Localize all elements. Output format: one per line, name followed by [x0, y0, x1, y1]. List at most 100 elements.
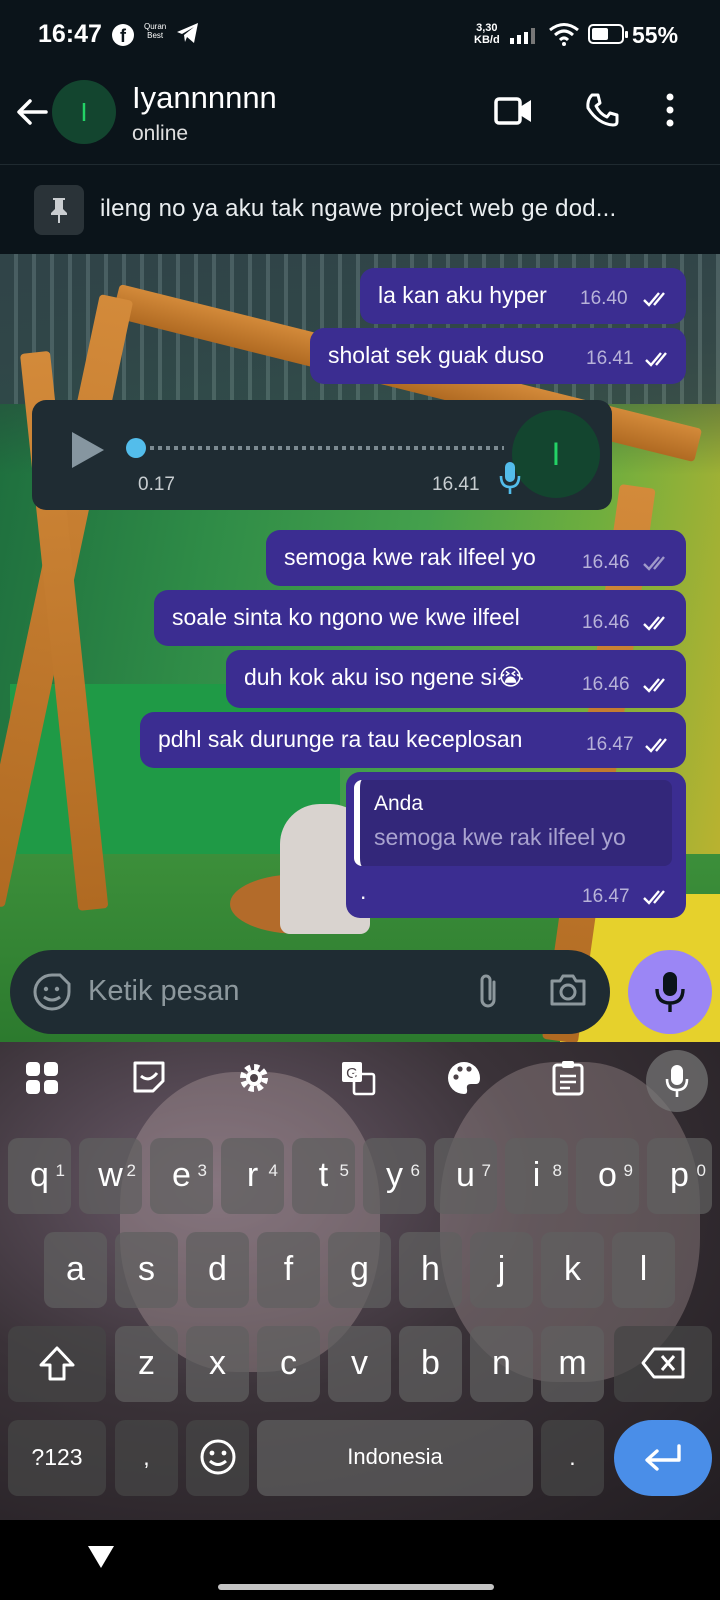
phone-call-icon[interactable]	[584, 92, 620, 128]
system-navigation-bar	[0, 1520, 720, 1600]
voice-record-button[interactable]	[628, 950, 712, 1034]
period-key[interactable]: .	[541, 1420, 604, 1496]
message-text: sholat sek guak duso	[328, 342, 545, 368]
key-j[interactable]: j	[470, 1232, 533, 1308]
message-time: 16.46	[582, 552, 630, 573]
microphone-icon	[655, 972, 685, 1012]
key-n[interactable]: n	[470, 1326, 533, 1402]
key-a[interactable]: a	[44, 1232, 107, 1308]
message-text: semoga kwe rak ilfeel yo	[284, 544, 536, 570]
key-q[interactable]: q1	[8, 1138, 71, 1214]
quoted-text: semoga kwe rak ilfeel yo	[374, 824, 626, 850]
audio-waveform[interactable]	[150, 446, 504, 450]
key-k[interactable]: k	[541, 1232, 604, 1308]
voice-duration: 0.17	[138, 474, 175, 495]
backspace-key[interactable]	[614, 1326, 712, 1402]
read-receipt-icon	[643, 616, 665, 631]
key-c[interactable]: c	[257, 1326, 320, 1402]
theme-palette-icon[interactable]	[446, 1060, 482, 1096]
delivered-receipt-icon	[643, 556, 665, 571]
more-options-icon[interactable]	[664, 92, 676, 128]
message-time: 16.41	[432, 474, 480, 495]
symbols-key[interactable]: ?123	[8, 1420, 106, 1496]
play-icon[interactable]	[70, 430, 106, 470]
message-time: 16.41	[586, 348, 634, 369]
enter-arrow-icon	[645, 1444, 681, 1471]
home-gesture-bar[interactable]	[218, 1584, 494, 1590]
voice-message[interactable]: 0.17 16.41 I	[32, 400, 612, 510]
message-bubble[interactable]: soale sinta ko ngono we kwe ilfeel 16.46	[154, 590, 686, 646]
read-receipt-icon	[645, 352, 667, 367]
microphone-icon	[499, 462, 521, 494]
playback-scrubber[interactable]	[126, 438, 146, 458]
message-bubble[interactable]: la kan aku hyper 16.40	[360, 268, 686, 324]
key-x[interactable]: x	[186, 1326, 249, 1402]
sticker-icon[interactable]	[132, 1060, 166, 1094]
message-bubble[interactable]: duh kok aku iso ngene si😭 16.46	[226, 650, 686, 708]
signal-icon	[510, 28, 535, 44]
emoji-key[interactable]	[186, 1420, 249, 1496]
contact-name[interactable]: Iyannnnnn	[132, 80, 277, 116]
message-bubble[interactable]: semoga kwe rak ilfeel yo 16.46	[266, 530, 686, 586]
key-f[interactable]: f	[257, 1232, 320, 1308]
key-b[interactable]: b	[399, 1326, 462, 1402]
message-input[interactable]	[88, 968, 448, 1014]
hide-keyboard-icon[interactable]	[86, 1544, 116, 1570]
key-y[interactable]: y6	[363, 1138, 426, 1214]
status-time: 16:47	[38, 20, 102, 48]
key-s[interactable]: s	[115, 1232, 178, 1308]
key-i[interactable]: i8	[505, 1138, 568, 1214]
key-m[interactable]: m	[541, 1326, 604, 1402]
avatar[interactable]: I	[52, 80, 116, 144]
reply-message-bubble[interactable]: Anda semoga kwe rak ilfeel yo . 16.47	[346, 772, 686, 918]
battery-level: 55%	[632, 22, 679, 48]
camera-icon[interactable]	[548, 972, 588, 1008]
back-arrow-icon[interactable]	[12, 92, 52, 132]
key-l[interactable]: l	[612, 1232, 675, 1308]
attach-icon[interactable]	[474, 972, 502, 1012]
key-r[interactable]: r4	[221, 1138, 284, 1214]
message-text: .	[360, 878, 367, 904]
video-call-icon[interactable]	[494, 94, 534, 128]
apps-grid-icon[interactable]	[24, 1060, 60, 1096]
quran-app-icon: Quran Best	[144, 22, 167, 40]
read-receipt-icon	[643, 678, 665, 693]
key-d[interactable]: d	[186, 1232, 249, 1308]
message-composer	[10, 950, 610, 1034]
message-time: 16.46	[582, 612, 630, 633]
message-text: pdhl sak durunge ra tau keceplosan	[158, 726, 523, 752]
translate-icon[interactable]: G	[340, 1060, 376, 1096]
sticker-emoji-icon[interactable]	[32, 972, 72, 1012]
message-bubble[interactable]: sholat sek guak duso 16.41	[310, 328, 686, 384]
quoted-message[interactable]: Anda semoga kwe rak ilfeel yo	[354, 780, 672, 866]
crying-emoji: 😭	[497, 664, 525, 690]
contact-status: online	[132, 122, 189, 145]
key-u[interactable]: u7	[434, 1138, 497, 1214]
key-g[interactable]: g	[328, 1232, 391, 1308]
sender-avatar: I	[512, 410, 600, 498]
key-t[interactable]: t5	[292, 1138, 355, 1214]
enter-key[interactable]	[614, 1420, 712, 1496]
message-bubble[interactable]: pdhl sak durunge ra tau keceplosan 16.47	[140, 712, 686, 768]
key-p[interactable]: p0	[647, 1138, 712, 1214]
key-w[interactable]: w2	[79, 1138, 142, 1214]
settings-gear-icon[interactable]	[236, 1060, 272, 1096]
key-o[interactable]: o9	[576, 1138, 639, 1214]
status-bar: 16:47 f Quran Best 3,30 KB/d 55%	[0, 0, 720, 72]
chat-area[interactable]: la kan aku hyper 16.40 sholat sek guak d…	[0, 254, 720, 1042]
key-h[interactable]: h	[399, 1232, 462, 1308]
space-bar[interactable]: Indonesia	[257, 1420, 533, 1496]
battery-icon	[588, 24, 628, 44]
key-z[interactable]: z	[115, 1326, 178, 1402]
comma-key[interactable]: ,	[115, 1420, 178, 1496]
pinned-message-bar[interactable]: ileng no ya aku tak ngawe project web ge…	[0, 164, 720, 254]
key-e[interactable]: e3	[150, 1138, 213, 1214]
clipboard-icon[interactable]	[552, 1060, 584, 1096]
message-text: la kan aku hyper	[378, 282, 547, 308]
read-receipt-icon	[643, 292, 665, 307]
shift-key[interactable]	[8, 1326, 106, 1402]
voice-input-button[interactable]	[646, 1050, 708, 1112]
message-time: 16.47	[586, 734, 634, 755]
message-text: duh kok aku iso ngene si😭	[244, 664, 525, 690]
key-v[interactable]: v	[328, 1326, 391, 1402]
